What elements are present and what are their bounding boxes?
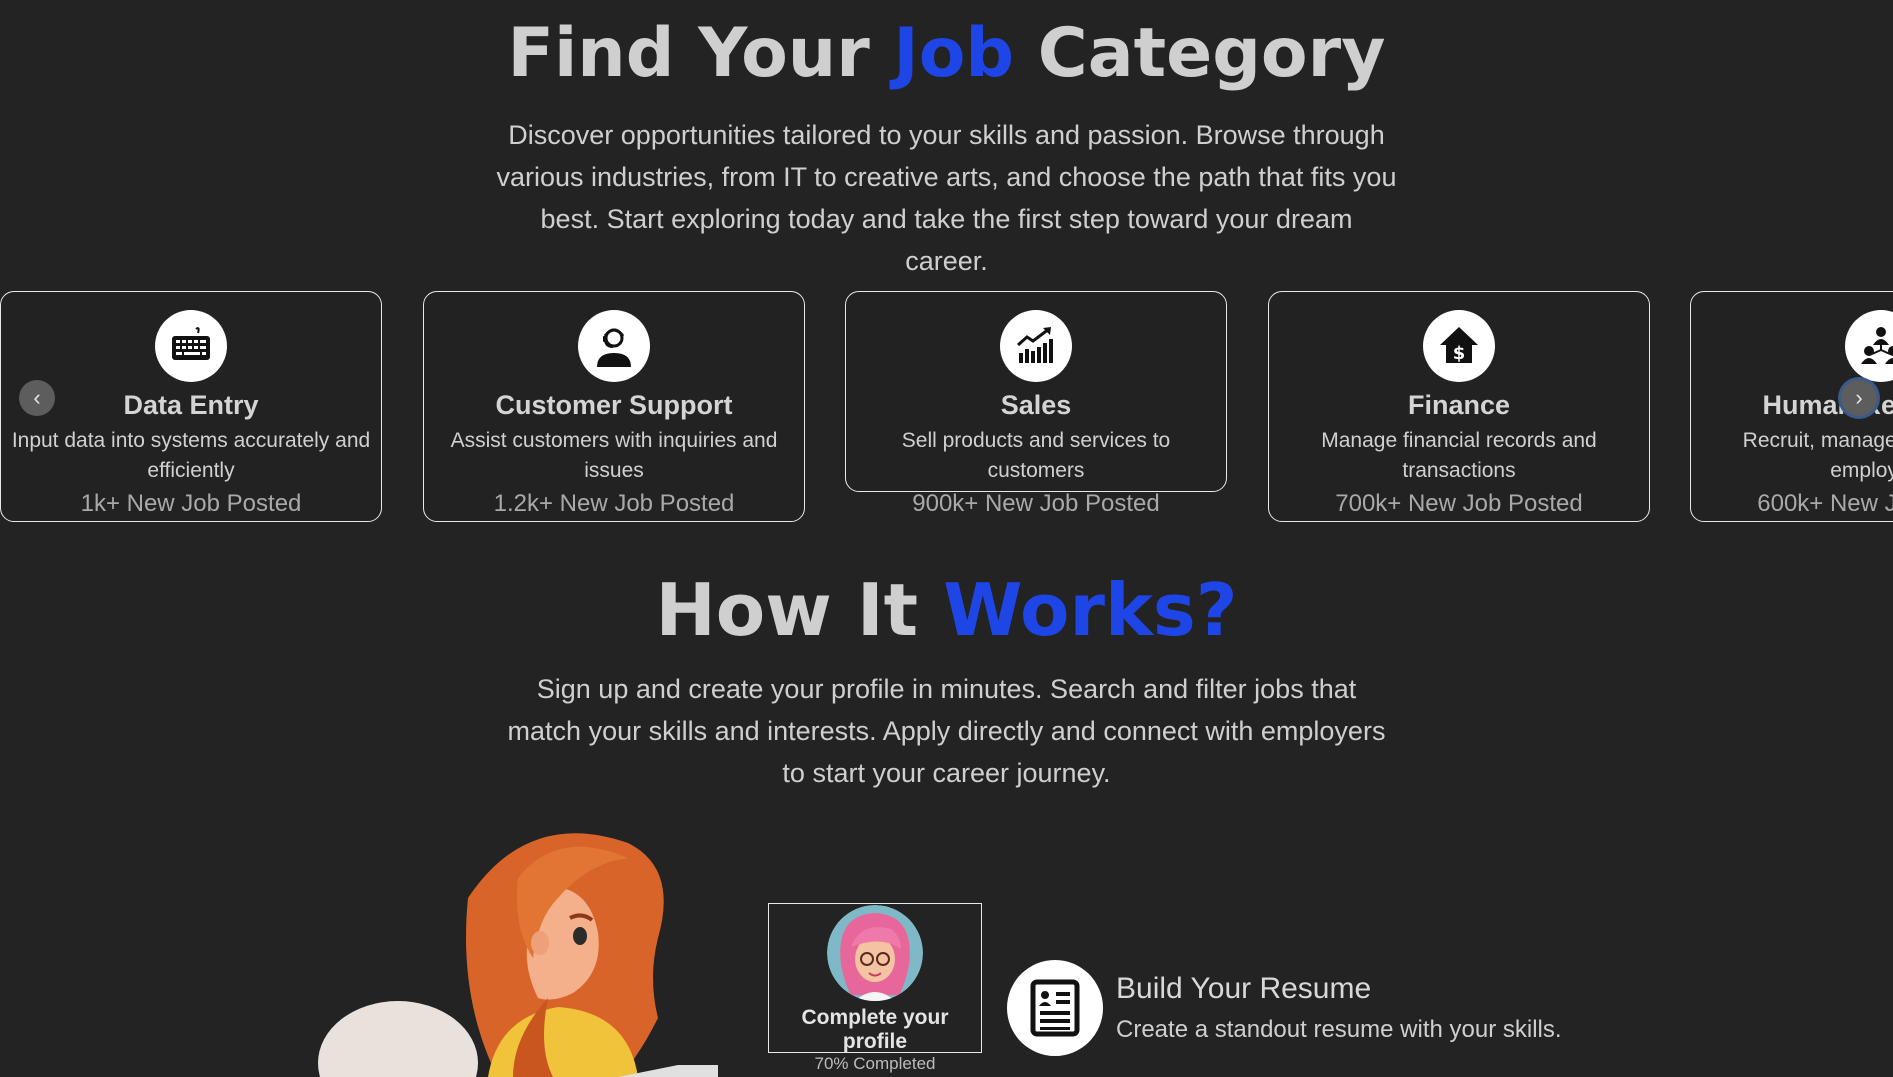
description-text: Sign up and create your profile in minut… — [507, 674, 1386, 788]
resume-document-icon — [1007, 960, 1103, 1056]
card-title: Data Entry — [123, 390, 259, 420]
card-description: Recruit, manage, and support employees — [1742, 429, 1893, 482]
card-description: Input data into systems accurately and e… — [11, 429, 371, 482]
title-text: Category — [1014, 14, 1386, 93]
card-description: Sell products and services to customers — [901, 429, 1171, 482]
build-resume-description: Create a standout resume with your skill… — [1116, 1016, 1562, 1043]
description-text: Discover opportunities tailored to your … — [496, 120, 1397, 276]
chevron-left-icon: ‹ — [33, 385, 41, 410]
card-description: Manage financial records and transaction… — [1321, 429, 1597, 482]
profile-completion-card[interactable]: Complete your profile 70% Completed — [768, 903, 982, 1073]
how-it-works-description: Sign up and create your profile in minut… — [0, 668, 1893, 794]
sales-growth-icon — [1000, 310, 1072, 382]
card-job-count: 900k+ New Job Posted — [912, 490, 1160, 517]
category-card-sales[interactable]: Sales Sell products and services to cust… — [845, 291, 1227, 517]
build-resume-title: Build Your Resume — [1116, 972, 1372, 1005]
category-carousel: Data Entry Input data into systems accur… — [0, 291, 1893, 525]
keyboard-icon — [155, 310, 227, 382]
svg-text:$: $ — [1453, 343, 1466, 364]
woman-with-laptop-illustration — [318, 818, 718, 1077]
title-text: Find Your — [507, 14, 894, 93]
card-title: Sales — [1000, 390, 1072, 420]
card-job-count: 1k+ New Job Posted — [80, 490, 302, 517]
people-network-icon — [1845, 310, 1893, 382]
card-job-count: 600k+ New Job Posted — [1757, 490, 1893, 517]
title-accent: Job — [893, 14, 1015, 93]
category-card-customer-support[interactable]: Customer Support Assist customers with i… — [423, 291, 805, 522]
card-title: Customer Support — [495, 390, 733, 420]
support-agent-icon — [578, 310, 650, 382]
card-job-count: 700k+ New Job Posted — [1335, 490, 1583, 517]
categories-description: Discover opportunities tailored to your … — [0, 114, 1893, 282]
profile-card-title: Complete your profile — [801, 1006, 949, 1053]
carousel-prev-button[interactable]: ‹ — [19, 380, 55, 416]
avatar — [827, 905, 923, 1001]
categories-title: Find Your Job Category — [0, 14, 1893, 93]
card-description: Assist customers with inquiries and issu… — [450, 429, 778, 482]
category-card-data-entry[interactable]: Data Entry Input data into systems accur… — [0, 291, 382, 522]
card-title: Finance — [1407, 390, 1511, 420]
carousel-next-button[interactable]: › — [1841, 380, 1877, 416]
category-card-finance[interactable]: $ Finance Manage financial records and t… — [1268, 291, 1650, 522]
title-accent: Works? — [943, 568, 1238, 652]
card-job-count: 1.2k+ New Job Posted — [493, 490, 735, 517]
finance-house-dollar-icon: $ — [1423, 310, 1495, 382]
how-it-works-title: How It Works? — [0, 568, 1893, 652]
title-text: How It — [655, 568, 944, 652]
chevron-right-icon: › — [1855, 385, 1863, 410]
profile-progress-text: 70% Completed — [814, 1054, 936, 1073]
